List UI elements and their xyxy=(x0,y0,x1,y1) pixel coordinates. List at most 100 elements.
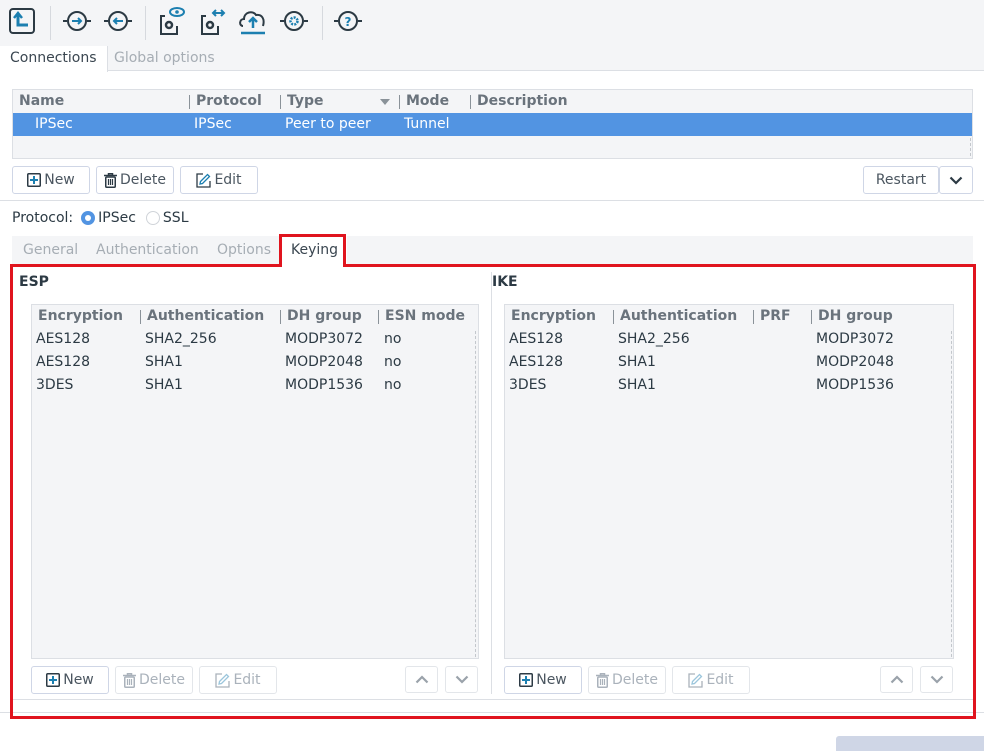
esp-delete-button[interactable]: Delete xyxy=(115,666,193,694)
scrollbar[interactable] xyxy=(951,331,952,657)
cell-type: Peer to peer xyxy=(285,116,371,132)
chevron-up-icon xyxy=(415,675,428,684)
ike-delete-button[interactable]: Delete xyxy=(588,666,666,694)
toolbar-separator xyxy=(322,6,323,40)
column-resize-handle[interactable] xyxy=(189,95,190,109)
column-resize-handle[interactable] xyxy=(280,310,281,324)
table-row[interactable]: AES128 SHA2_256 MODP3072 no xyxy=(32,328,478,351)
svg-text:?: ? xyxy=(345,15,352,29)
ike-title: IKE xyxy=(492,274,518,290)
column-resize-handle[interactable] xyxy=(753,310,754,324)
table-row[interactable]: AES128 SHA1 MODP2048 no xyxy=(32,351,478,374)
transfer-config-icon xyxy=(201,9,226,35)
column-header-dh-group[interactable]: DH group xyxy=(818,308,893,324)
column-header-authentication[interactable]: Authentication xyxy=(620,308,737,324)
cell-dh-group: MODP2048 xyxy=(285,354,363,370)
transfer-config-button[interactable] xyxy=(198,6,228,36)
esp-move-up-button[interactable] xyxy=(405,666,438,693)
tab-connections[interactable]: Connections xyxy=(0,46,108,72)
restart-button[interactable]: Restart xyxy=(863,166,939,194)
table-row[interactable]: AES128 SHA2_256 MODP3072 xyxy=(505,328,953,351)
column-header-encryption[interactable]: Encryption xyxy=(511,308,596,324)
restart-options-dropdown[interactable] xyxy=(939,166,973,194)
footer-button[interactable] xyxy=(836,736,984,751)
scrollbar[interactable] xyxy=(475,331,476,657)
esp-table: Encryption Authentication DH group ESN m… xyxy=(31,304,479,659)
column-header-name[interactable]: Name xyxy=(19,93,64,109)
column-header-authentication[interactable]: Authentication xyxy=(147,308,264,324)
disconnect-button[interactable] xyxy=(103,6,133,36)
radio-ipsec[interactable] xyxy=(81,211,96,225)
column-resize-handle[interactable] xyxy=(470,95,471,109)
column-resize-handle[interactable] xyxy=(399,95,400,109)
new-label: New xyxy=(63,672,94,688)
tab-keying[interactable]: Keying xyxy=(282,236,348,264)
settings-icon xyxy=(280,11,308,31)
back-button[interactable] xyxy=(7,6,37,36)
sort-descending-icon[interactable] xyxy=(380,99,390,105)
connect-icon xyxy=(63,11,91,31)
scrollbar[interactable] xyxy=(970,138,971,156)
table-row[interactable]: AES128 SHA1 MODP2048 xyxy=(505,351,953,374)
chevron-down-icon xyxy=(949,176,963,185)
trash-icon xyxy=(104,172,117,188)
add-icon xyxy=(27,173,42,187)
divider xyxy=(0,200,984,201)
esp-new-button[interactable]: New xyxy=(31,666,109,694)
delete-label: Delete xyxy=(120,172,166,188)
view-config-button[interactable] xyxy=(157,6,187,36)
column-resize-handle[interactable] xyxy=(140,310,141,324)
column-resize-handle[interactable] xyxy=(811,310,812,324)
delete-connection-button[interactable]: Delete xyxy=(96,166,174,194)
table-row[interactable]: 3DES SHA1 MODP1536 xyxy=(505,374,953,397)
toolbar-separator xyxy=(145,6,146,40)
cell-mode: Tunnel xyxy=(404,116,450,132)
ike-edit-button[interactable]: Edit xyxy=(672,666,750,694)
column-resize-handle[interactable] xyxy=(280,95,281,109)
tab-authentication[interactable]: Authentication xyxy=(87,236,208,264)
column-resize-handle[interactable] xyxy=(613,310,614,324)
ike-move-down-button[interactable] xyxy=(920,666,953,693)
column-resize-handle[interactable] xyxy=(378,310,379,324)
main-tabs: Connections Global options xyxy=(0,46,984,72)
edit-icon xyxy=(215,672,231,688)
settings-button[interactable] xyxy=(279,6,309,36)
new-label: New xyxy=(44,172,75,188)
column-header-mode[interactable]: Mode xyxy=(406,93,449,109)
column-header-prf[interactable]: PRF xyxy=(760,308,791,324)
radio-ssl[interactable] xyxy=(145,211,160,225)
ike-move-up-button[interactable] xyxy=(880,666,913,693)
cell-authentication: SHA2_256 xyxy=(618,331,690,347)
upload-button[interactable] xyxy=(238,6,268,36)
highlight-gap xyxy=(282,263,343,268)
esp-move-down-button[interactable] xyxy=(445,666,478,693)
table-row[interactable]: 3DES SHA1 MODP1536 no xyxy=(32,374,478,397)
cell-authentication: SHA1 xyxy=(145,354,183,370)
new-connection-button[interactable]: New xyxy=(12,166,90,194)
ike-new-button[interactable]: New xyxy=(504,666,582,694)
radio-ssl-label[interactable]: SSL xyxy=(163,210,189,226)
cell-encryption: AES128 xyxy=(509,331,564,347)
table-row[interactable]: IPSec IPSec Peer to peer Tunnel xyxy=(13,113,972,136)
cell-encryption: 3DES xyxy=(509,377,547,393)
column-header-encryption[interactable]: Encryption xyxy=(38,308,123,324)
delete-label: Delete xyxy=(612,672,658,688)
tab-global-options[interactable]: Global options xyxy=(104,46,225,71)
column-header-description[interactable]: Description xyxy=(477,93,568,109)
help-button[interactable]: ? xyxy=(333,6,363,36)
column-header-esn-mode[interactable]: ESN mode xyxy=(385,308,465,324)
esp-edit-button[interactable]: Edit xyxy=(199,666,277,694)
radio-ipsec-label[interactable]: IPSec xyxy=(98,210,136,226)
column-header-dh-group[interactable]: DH group xyxy=(287,308,362,324)
chevron-up-icon xyxy=(890,675,903,684)
column-header-protocol[interactable]: Protocol xyxy=(196,93,262,109)
edit-label: Edit xyxy=(214,172,242,188)
edit-icon xyxy=(196,172,212,188)
edit-connection-button[interactable]: Edit xyxy=(180,166,258,194)
column-header-type[interactable]: Type xyxy=(287,93,324,109)
protocol-selector: Protocol: IPSec SSL xyxy=(12,208,189,228)
connect-button[interactable] xyxy=(62,6,92,36)
tab-options[interactable]: Options xyxy=(208,236,280,264)
tab-general[interactable]: General xyxy=(14,236,87,264)
restart-label: Restart xyxy=(875,172,927,188)
